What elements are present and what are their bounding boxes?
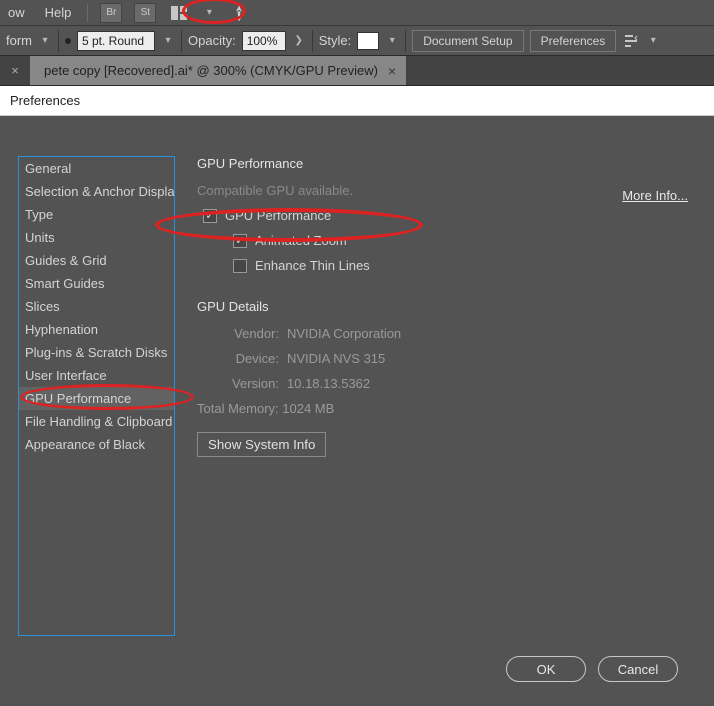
gpu-total-memory-row: Total Memory: 1024 MB — [197, 401, 696, 416]
stroke-dropdown-icon[interactable]: ▾ — [161, 31, 175, 51]
style-dropdown-icon[interactable]: ▾ — [385, 31, 399, 51]
gpu-status-text: Compatible GPU available. — [197, 183, 696, 198]
show-system-info-button[interactable]: Show System Info — [197, 432, 326, 457]
opt-divider — [181, 30, 182, 52]
enhance-thin-lines-checkbox-label: Enhance Thin Lines — [255, 258, 370, 273]
preferences-category-list: General Selection & Anchor Display Type … — [18, 156, 175, 636]
document-tab[interactable]: pete copy [Recovered].ai* @ 300% (CMYK/G… — [30, 56, 406, 85]
pref-cat-units[interactable]: Units — [19, 226, 174, 249]
opacity-dropdown-icon[interactable]: ❯ — [292, 31, 306, 51]
document-tab-title: pete copy [Recovered].ai* @ 300% (CMYK/G… — [44, 63, 378, 78]
gpu-device-label: Device: — [217, 351, 279, 366]
gpu-version-label: Version: — [217, 376, 279, 391]
gpu-details-heading: GPU Details — [197, 299, 696, 314]
gpu-device-value: NVIDIA NVS 315 — [287, 351, 385, 366]
opacity-input[interactable] — [242, 31, 286, 51]
preferences-titlebar: Preferences — [0, 86, 714, 116]
preferences-button[interactable]: Preferences — [530, 30, 617, 52]
menu-help[interactable]: Help — [41, 3, 76, 22]
stroke-brush-input[interactable] — [77, 31, 155, 51]
bridge-icon[interactable]: Br — [100, 3, 122, 23]
gpu-total-memory-value: 1024 MB — [282, 401, 334, 416]
gpu-total-memory-label: Total Memory: — [197, 401, 279, 416]
gpu-vendor-value: NVIDIA Corporation — [287, 326, 401, 341]
gpu-details-grid: Vendor: NVIDIA Corporation Device: NVIDI… — [217, 326, 696, 391]
style-swatch[interactable] — [357, 32, 379, 50]
canvas-area: Preferences General Selection & Anchor D… — [0, 86, 714, 706]
gpu-version-value: 10.18.13.5362 — [287, 376, 370, 391]
gpu-performance-checkbox-row[interactable]: ✓ GPU Performance — [197, 208, 696, 223]
pref-cat-guides-grid[interactable]: Guides & Grid — [19, 249, 174, 272]
opacity-label: Opacity: — [188, 33, 236, 48]
pref-cat-gpu-performance[interactable]: GPU Performance — [19, 387, 174, 410]
preferences-category-wrap: General Selection & Anchor Display Type … — [18, 156, 175, 646]
stock-icon[interactable]: St — [134, 3, 156, 23]
preferences-body: General Selection & Anchor Display Type … — [0, 116, 714, 646]
pref-cat-slices[interactable]: Slices — [19, 295, 174, 318]
menu-window[interactable]: ow — [4, 3, 29, 22]
checkbox-checked-icon[interactable]: ✓ — [203, 209, 217, 223]
checkbox-checked-icon[interactable]: ✓ — [233, 234, 247, 248]
app-menubar: ow Help Br St ▾ — [0, 0, 714, 26]
opt-divider — [405, 30, 406, 52]
ok-button[interactable]: OK — [506, 656, 586, 682]
align-dropdown-icon[interactable]: ▾ — [646, 31, 660, 51]
pref-cat-general[interactable]: General — [19, 157, 174, 180]
brush-dot-icon — [65, 38, 71, 44]
cancel-button[interactable]: Cancel — [598, 656, 678, 682]
transform-dropdown-icon[interactable]: ▾ — [38, 31, 52, 51]
transform-label: form — [6, 33, 32, 48]
pref-cat-plugins-scratch[interactable]: Plug-ins & Scratch Disks — [19, 341, 174, 364]
checkbox-unchecked-icon[interactable] — [233, 259, 247, 273]
options-bar: form ▾ ▾ Opacity: ❯ Style: ▾ Document Se… — [0, 26, 714, 56]
document-tab-bar: × pete copy [Recovered].ai* @ 300% (CMYK… — [0, 56, 714, 86]
gpu-performance-checkbox-label: GPU Performance — [225, 208, 331, 223]
preferences-title: Preferences — [10, 93, 80, 108]
pref-cat-file-handling[interactable]: File Handling & Clipboard — [19, 410, 174, 433]
pref-cat-smart-guides[interactable]: Smart Guides — [19, 272, 174, 295]
align-icon[interactable] — [622, 32, 640, 50]
pref-cat-selection-anchor[interactable]: Selection & Anchor Display — [19, 180, 174, 203]
menubar-divider — [87, 4, 88, 22]
document-setup-button[interactable]: Document Setup — [412, 30, 523, 52]
opt-divider — [312, 30, 313, 52]
enhance-thin-lines-checkbox-row[interactable]: Enhance Thin Lines — [197, 258, 696, 273]
close-tab-icon[interactable]: × — [388, 63, 396, 79]
gpu-vendor-label: Vendor: — [217, 326, 279, 341]
arrange-dropdown-icon[interactable]: ▾ — [202, 3, 216, 23]
gpu-rocket-icon[interactable] — [228, 3, 250, 23]
tab-expand-icon[interactable]: × — [0, 56, 30, 85]
more-info-link[interactable]: More Info... — [622, 188, 688, 203]
gpu-version-row: Version: 10.18.13.5362 — [217, 376, 696, 391]
pref-cat-user-interface[interactable]: User Interface — [19, 364, 174, 387]
gpu-vendor-row: Vendor: NVIDIA Corporation — [217, 326, 696, 341]
pref-cat-type[interactable]: Type — [19, 203, 174, 226]
gpu-device-row: Device: NVIDIA NVS 315 — [217, 351, 696, 366]
panel-heading: GPU Performance — [197, 156, 696, 171]
opt-divider — [58, 30, 59, 52]
preferences-dialog: Preferences General Selection & Anchor D… — [0, 86, 714, 706]
pref-cat-appearance-black[interactable]: Appearance of Black — [19, 433, 174, 456]
style-label: Style: — [319, 33, 352, 48]
animated-zoom-checkbox-label: Animated Zoom — [255, 233, 347, 248]
preferences-footer: OK Cancel — [0, 646, 714, 682]
arrange-docs-icon[interactable] — [168, 3, 190, 23]
animated-zoom-checkbox-row[interactable]: ✓ Animated Zoom — [197, 233, 696, 248]
preferences-panel: GPU Performance Compatible GPU available… — [197, 156, 696, 646]
pref-cat-hyphenation[interactable]: Hyphenation — [19, 318, 174, 341]
